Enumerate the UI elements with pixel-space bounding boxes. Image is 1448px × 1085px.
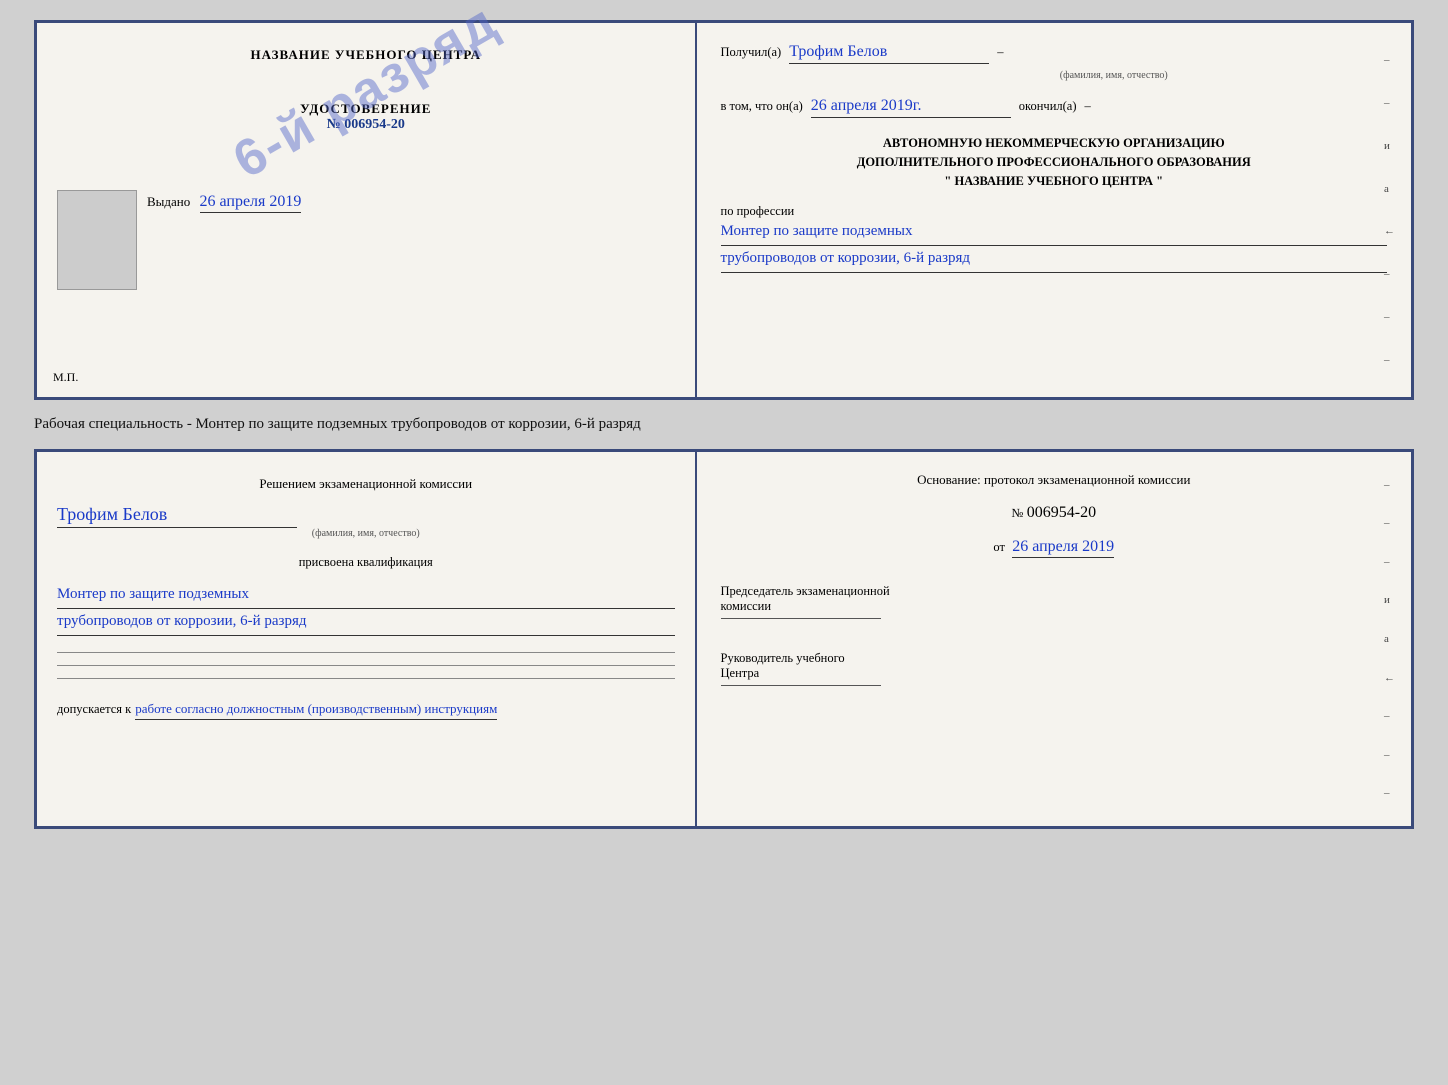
- allowed-handwritten: работе согласно должностным (производств…: [135, 701, 497, 720]
- dash1: –: [997, 45, 1003, 60]
- name-handwritten: Трофим Белов: [789, 43, 989, 64]
- top-certificate: НАЗВАНИЕ УЧЕБНОГО ЦЕНТРА 6-й разряд УДОС…: [34, 20, 1414, 400]
- finished-label: окончил(а): [1019, 99, 1077, 114]
- in-that-label: в том, что он(а): [721, 99, 803, 114]
- in-that-row: в том, что он(а) 26 апреля 2019г. окончи…: [721, 97, 1387, 118]
- profession-block: по профессии Монтер по защите подземных …: [721, 204, 1387, 273]
- from-date-row: от 26 апреля 2019: [721, 538, 1387, 556]
- dash2: –: [1085, 99, 1091, 114]
- chairman-block: Председатель экзаменационной комиссии: [721, 584, 1387, 623]
- photo-placeholder: [57, 190, 137, 290]
- stamp-overlay: 6-й разряд: [224, 0, 507, 190]
- received-row: Получил(а) Трофим Белов –: [721, 43, 1387, 64]
- cert-number-label: УДОСТОВЕРЕНИЕ: [300, 101, 431, 117]
- cert-number-value: № 006954-20: [300, 117, 431, 133]
- bottom-name-subtext: (фамилия, имя, отчество): [57, 528, 675, 539]
- doc-number-value: 006954-20: [1027, 504, 1096, 521]
- cert-issued: Выдано 26 апреля 2019: [57, 193, 675, 211]
- head-signature-line: [721, 685, 881, 686]
- bottom-name-handwritten: Трофим Белов: [57, 504, 297, 528]
- received-label: Получил(а): [721, 45, 782, 60]
- cert-bottom-right: Основание: протокол экзаменационной коми…: [697, 452, 1411, 826]
- cert-left-panel: НАЗВАНИЕ УЧЕБНОГО ЦЕНТРА 6-й разряд УДОС…: [37, 23, 697, 397]
- cert-bottom-left: Решением экзаменационной комиссии Трофим…: [37, 452, 697, 826]
- chairman-signature-line: [721, 618, 881, 619]
- date-handwritten: 26 апреля 2019г.: [811, 97, 1011, 118]
- basis-label: Основание: протокол экзаменационной коми…: [721, 472, 1387, 488]
- mp-label: М.П.: [53, 370, 78, 385]
- org-block: АВТОНОМНУЮ НЕКОММЕРЧЕСКУЮ ОРГАНИЗАЦИЮ ДО…: [721, 134, 1387, 190]
- cert-title: НАЗВАНИЕ УЧЕБНОГО ЦЕНТРА: [250, 47, 481, 63]
- allowed-row: допускается к работе согласно должностны…: [57, 701, 675, 720]
- from-date-handwritten: 26 апреля 2019: [1012, 538, 1114, 558]
- right-decorative-lines: – – и а ← – – –: [1384, 23, 1395, 397]
- qualification-block: Монтер по защите подземных трубопроводов…: [57, 582, 675, 636]
- bottom-name-block: Трофим Белов (фамилия, имя, отчество): [57, 504, 675, 539]
- bottom-certificate: Решением экзаменационной комиссии Трофим…: [34, 449, 1414, 829]
- between-text: Рабочая специальность - Монтер по защите…: [34, 412, 641, 437]
- decision-label: Решением экзаменационной комиссии: [57, 476, 675, 492]
- doc-number-block: № 006954-20: [721, 504, 1387, 522]
- bottom-right-decorative: – – – и а ← – – –: [1384, 452, 1395, 826]
- document-container: НАЗВАНИЕ УЧЕБНОГО ЦЕНТРА 6-й разряд УДОС…: [34, 20, 1414, 829]
- cert-right-panel: Получил(а) Трофим Белов – (фамилия, имя,…: [697, 23, 1411, 397]
- cert-number-block: УДОСТОВЕРЕНИЕ № 006954-20: [300, 101, 431, 133]
- name-subtext: (фамилия, имя, отчество): [721, 70, 1387, 81]
- qualification-label: присвоена квалификация: [57, 555, 675, 570]
- head-block: Руководитель учебного Центра: [721, 651, 1387, 690]
